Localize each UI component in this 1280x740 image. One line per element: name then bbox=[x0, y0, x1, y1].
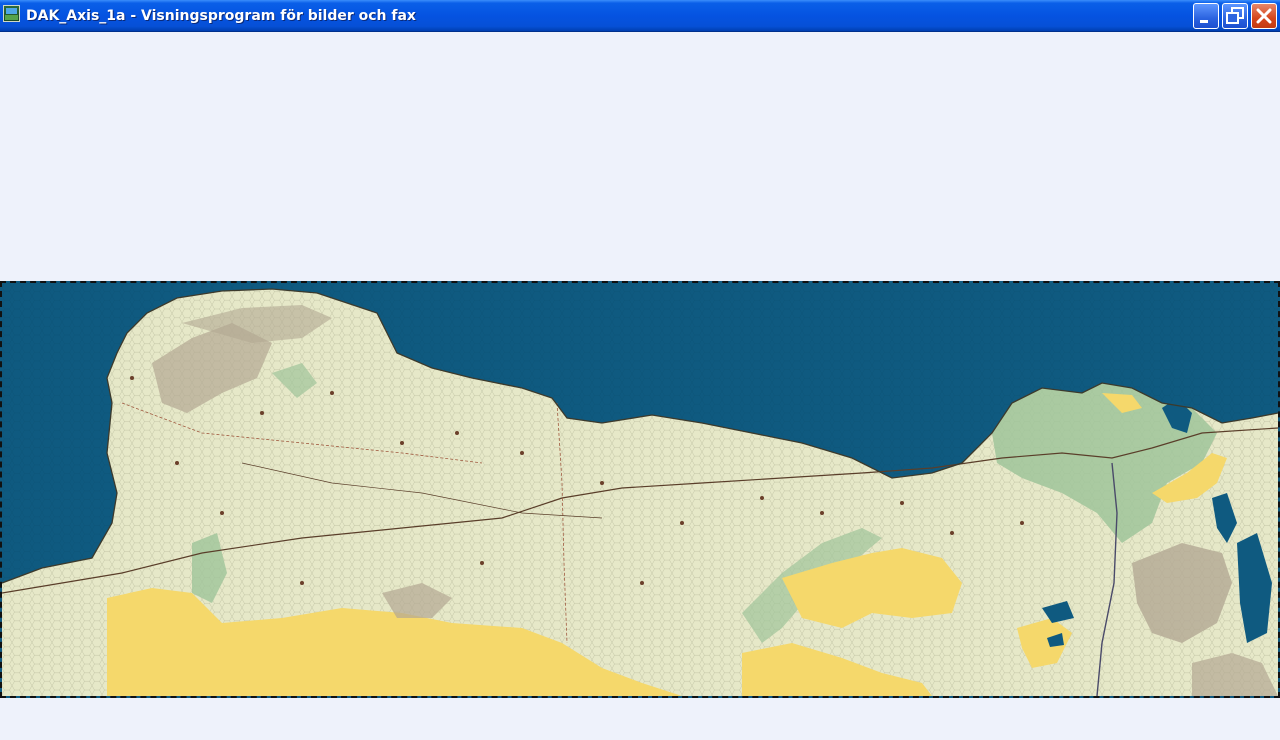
minimize-button[interactable] bbox=[1193, 3, 1219, 29]
title-bar[interactable]: DAK_Axis_1a - Visningsprogram för bilder… bbox=[0, 0, 1280, 32]
close-icon bbox=[1256, 8, 1272, 24]
image-viewport[interactable] bbox=[0, 281, 1280, 698]
window-title: DAK_Axis_1a - Visningsprogram för bilder… bbox=[26, 8, 416, 24]
close-button[interactable] bbox=[1251, 3, 1277, 29]
restore-icon bbox=[1226, 7, 1244, 24]
minimize-icon bbox=[1200, 20, 1208, 23]
map-image bbox=[2, 283, 1278, 696]
restore-button[interactable] bbox=[1222, 3, 1248, 29]
image-viewer-icon[interactable] bbox=[3, 5, 20, 22]
